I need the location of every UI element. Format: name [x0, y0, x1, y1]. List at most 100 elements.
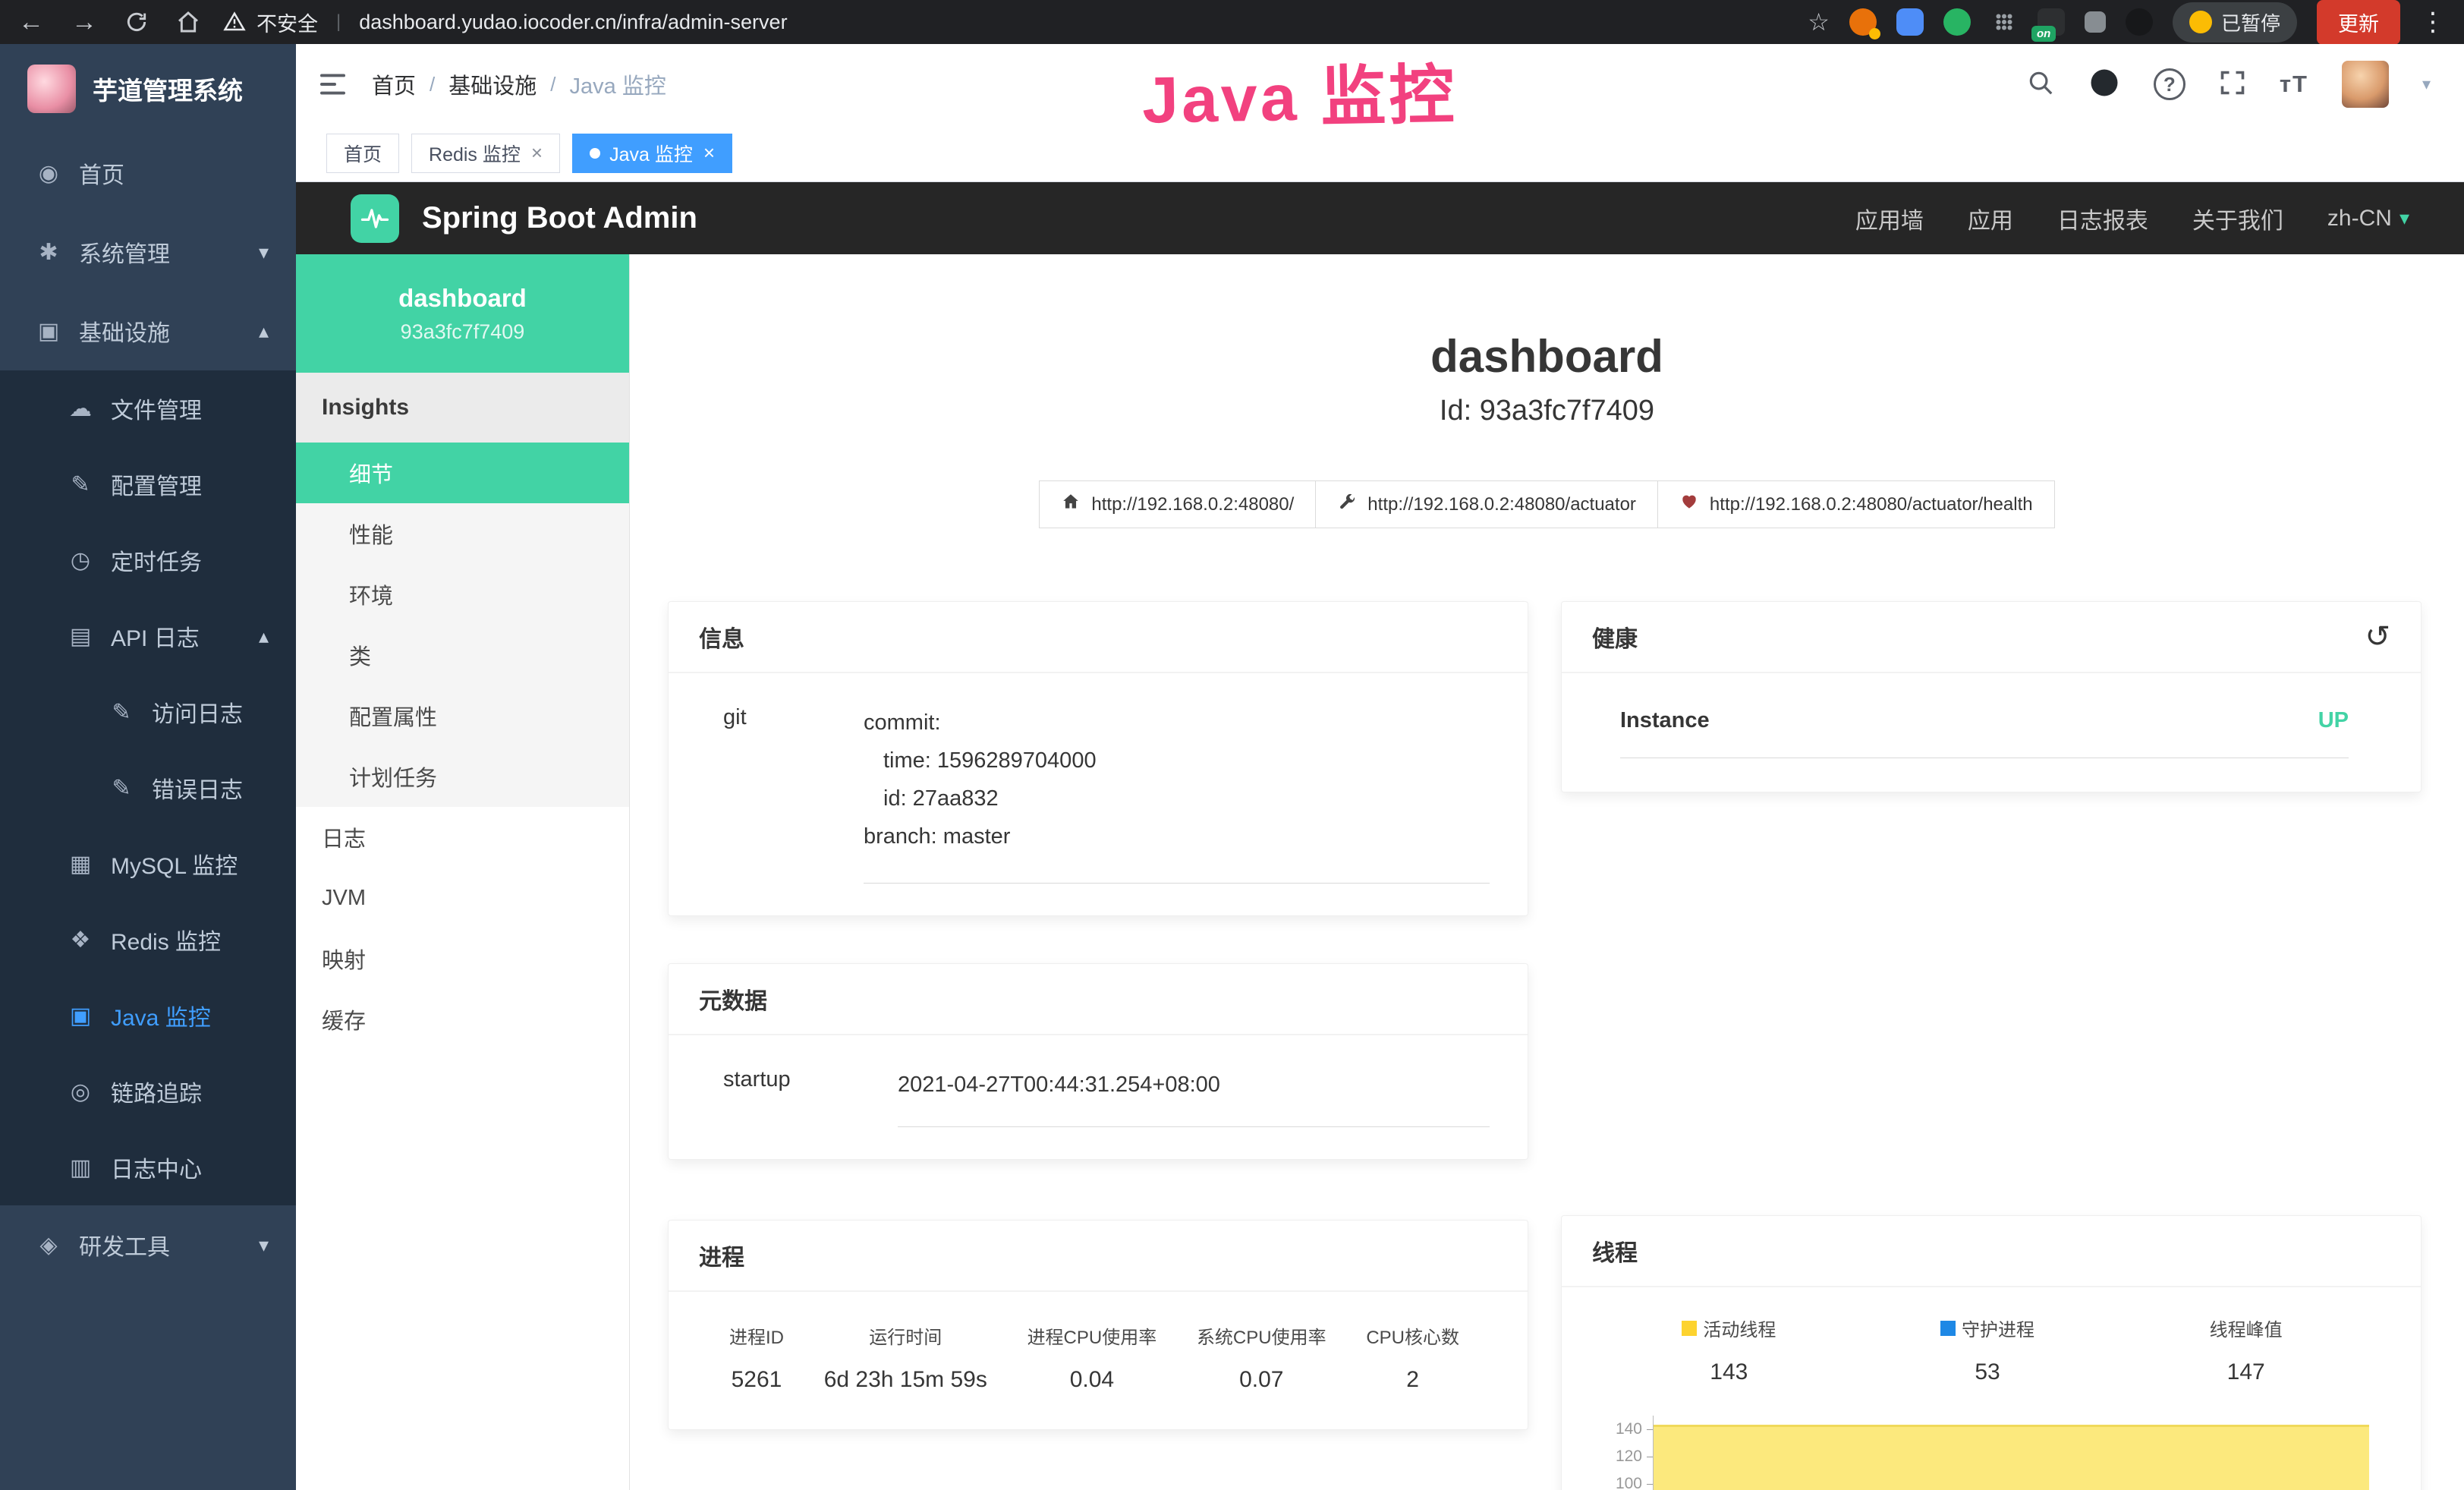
sba-item-environment[interactable]: 环境: [296, 564, 629, 625]
notification-badge: [1869, 28, 1880, 39]
sba-item-mappings[interactable]: 映射: [296, 928, 629, 989]
stat-pid: 进程ID 5261: [729, 1322, 784, 1393]
health-card-title: 健康: [1592, 620, 1638, 654]
info-row: git commit: time: 1596289704000 id: 27aa…: [669, 673, 1528, 915]
sba-item-classes[interactable]: 类: [296, 625, 629, 685]
update-button[interactable]: 更新: [2317, 0, 2400, 45]
extension-icon-downloader[interactable]: on: [2038, 8, 2065, 36]
health-url-button[interactable]: http://192.168.0.2:48080/actuator/health: [1657, 480, 2055, 528]
sba-item-jvm[interactable]: JVM: [296, 868, 629, 928]
process-card-title: 进程: [669, 1221, 1528, 1292]
chevron-down-icon: ▾: [259, 1233, 269, 1257]
sidebar-item-java-monitor[interactable]: ▣ Java 监控: [0, 978, 296, 1054]
avatar-caret-icon[interactable]: ▾: [2422, 74, 2431, 94]
reload-icon[interactable]: [124, 10, 149, 34]
sidebar-item-api-logs[interactable]: ▤ API 日志 ▴: [0, 598, 296, 674]
sba-item-caches[interactable]: 缓存: [296, 989, 629, 1050]
paused-badge[interactable]: 已暂停: [2173, 2, 2297, 43]
clock-icon: ◷: [64, 547, 97, 574]
breadcrumb-home[interactable]: 首页: [372, 68, 416, 100]
sba-nav: 应用墙 应用 日志报表 关于我们 zh-CN ▾: [1855, 202, 2409, 235]
sba-nav-wallboard[interactable]: 应用墙: [1855, 202, 1924, 235]
dashboard-icon: ◉: [32, 160, 65, 187]
font-size-icon[interactable]: тT: [2280, 71, 2308, 98]
chevron-up-icon: ▴: [259, 320, 269, 343]
browser-home-icon[interactable]: [176, 10, 200, 34]
log-icon: ▤: [64, 623, 97, 650]
sba-nav-applications[interactable]: 应用: [1968, 202, 2013, 235]
sidebar-item-scheduled-jobs[interactable]: ◷ 定时任务: [0, 522, 296, 598]
forward-icon[interactable]: →: [71, 8, 97, 37]
extension-icon-orange[interactable]: [1849, 8, 1877, 36]
sidebar-item-redis-monitor[interactable]: ❖ Redis 监控: [0, 902, 296, 978]
sidebar-item-file-management[interactable]: ☁ 文件管理: [0, 370, 296, 446]
actuator-url-button[interactable]: http://192.168.0.2:48080/actuator: [1315, 480, 1658, 528]
info-card-title: 信息: [669, 602, 1528, 673]
health-row: Instance UP: [1620, 708, 2349, 758]
hamburger-icon[interactable]: [296, 44, 372, 124]
github-icon[interactable]: [2088, 67, 2120, 102]
browser-extensions: ☆ on 已暂停 更新 ⋮: [1808, 0, 2446, 45]
header-actions: ? тT ▾: [2026, 61, 2431, 108]
sidebar-item-infrastructure[interactable]: ▣ 基础设施 ▴: [0, 291, 296, 370]
yellow-swatch-icon: [1682, 1321, 1697, 1336]
metadata-card: 元数据 startup 2021-04-27T00:44:31.254+08:0…: [668, 963, 1528, 1160]
extensions-grid-icon[interactable]: [1990, 8, 2018, 36]
process-stats: 进程ID 5261 运行时间 6d 23h 15m 59s 进程CPU使用率: [669, 1292, 1528, 1429]
tab-home[interactable]: 首页: [326, 134, 399, 173]
metadata-card-title: 元数据: [669, 964, 1528, 1035]
address-bar[interactable]: 不安全 | dashboard.yudao.iocoder.cn/infra/a…: [223, 8, 1808, 37]
sba-item-scheduled-tasks[interactable]: 计划任务: [296, 746, 629, 807]
sidebar-item-log-center[interactable]: ▥ 日志中心: [0, 1129, 296, 1205]
instance-header[interactable]: dashboard 93a3fc7f7409: [296, 254, 629, 373]
sba-item-config-props[interactable]: 配置属性: [296, 685, 629, 746]
tab-java-monitor[interactable]: Java 监控 ×: [572, 134, 732, 173]
sba-logo-icon: [351, 194, 399, 243]
extension-icon-gray[interactable]: [2085, 11, 2106, 33]
sidebar-item-system[interactable]: ✱ 系统管理 ▾: [0, 213, 296, 291]
search-icon[interactable]: [2026, 68, 2055, 101]
fullscreen-icon[interactable]: [2219, 69, 2246, 100]
app-title: 芋道管理系统: [93, 71, 243, 107]
bookmark-star-icon[interactable]: ☆: [1808, 8, 1830, 36]
sidebar-item-error-logs[interactable]: ✎ 错误日志: [0, 750, 296, 826]
locale-selector[interactable]: zh-CN ▾: [2327, 206, 2409, 232]
chevron-down-icon: ▾: [259, 241, 269, 264]
history-icon[interactable]: ↺: [2365, 622, 2390, 652]
sidebar-item-tracing[interactable]: ◎ 链路追踪: [0, 1054, 296, 1129]
log-center-icon: ▥: [64, 1155, 97, 1181]
sidebar-item-home[interactable]: ◉ 首页: [0, 134, 296, 213]
tool-icon: ◈: [32, 1232, 65, 1258]
security-label: 不安全: [256, 8, 318, 37]
tab-redis-monitor[interactable]: Redis 监控 ×: [411, 134, 560, 173]
sidebar-item-mysql-monitor[interactable]: ▦ MySQL 监控: [0, 826, 296, 902]
sidebar-item-config-management[interactable]: ✎ 配置管理: [0, 446, 296, 522]
legend-peak-threads: 线程峰值 147: [2116, 1315, 2375, 1385]
sba-nav-journal[interactable]: 日志报表: [2057, 202, 2148, 235]
extension-icon-blue[interactable]: [1896, 8, 1924, 36]
right-card-column: 健康 ↺ Instance UP 线程: [1561, 601, 2422, 1490]
tabs-bar: 首页 Redis 监控 × Java 监控 ×: [296, 124, 2464, 182]
service-url-button[interactable]: http://192.168.0.2:48080/: [1039, 480, 1316, 528]
sba-item-logs[interactable]: 日志: [296, 807, 629, 868]
close-icon[interactable]: ×: [531, 141, 543, 165]
sba-item-metrics[interactable]: 性能: [296, 503, 629, 564]
help-icon[interactable]: ?: [2154, 68, 2186, 100]
stat-process-cpu: 进程CPU使用率 0.04: [1027, 1322, 1157, 1393]
browser-menu-icon[interactable]: ⋮: [2420, 7, 2446, 37]
infrastructure-submenu: ☁ 文件管理 ✎ 配置管理 ◷ 定时任务 ▤ API 日志 ▴ ✎: [0, 370, 296, 1205]
sidebar-item-access-logs[interactable]: ✎ 访问日志: [0, 674, 296, 750]
sidebar-item-dev-tools[interactable]: ◈ 研发工具 ▾: [0, 1205, 296, 1284]
back-icon[interactable]: ←: [18, 8, 44, 37]
close-icon[interactable]: ×: [703, 141, 715, 165]
extension-icon-green[interactable]: [1943, 8, 1971, 36]
sba-nav-about[interactable]: 关于我们: [2192, 202, 2283, 235]
blue-swatch-icon: [1940, 1321, 1956, 1336]
threads-card: 线程 活动线程 143 守护进程: [1561, 1215, 2422, 1490]
user-avatar[interactable]: [2342, 61, 2389, 108]
sba-item-details[interactable]: 细节: [296, 443, 629, 503]
stat-uptime: 运行时间 6d 23h 15m 59s: [824, 1322, 987, 1393]
app-logo[interactable]: 芋道管理系统: [0, 44, 296, 134]
extension-icon-dark[interactable]: [2126, 8, 2153, 36]
breadcrumb-infrastructure[interactable]: 基础设施: [448, 68, 537, 100]
